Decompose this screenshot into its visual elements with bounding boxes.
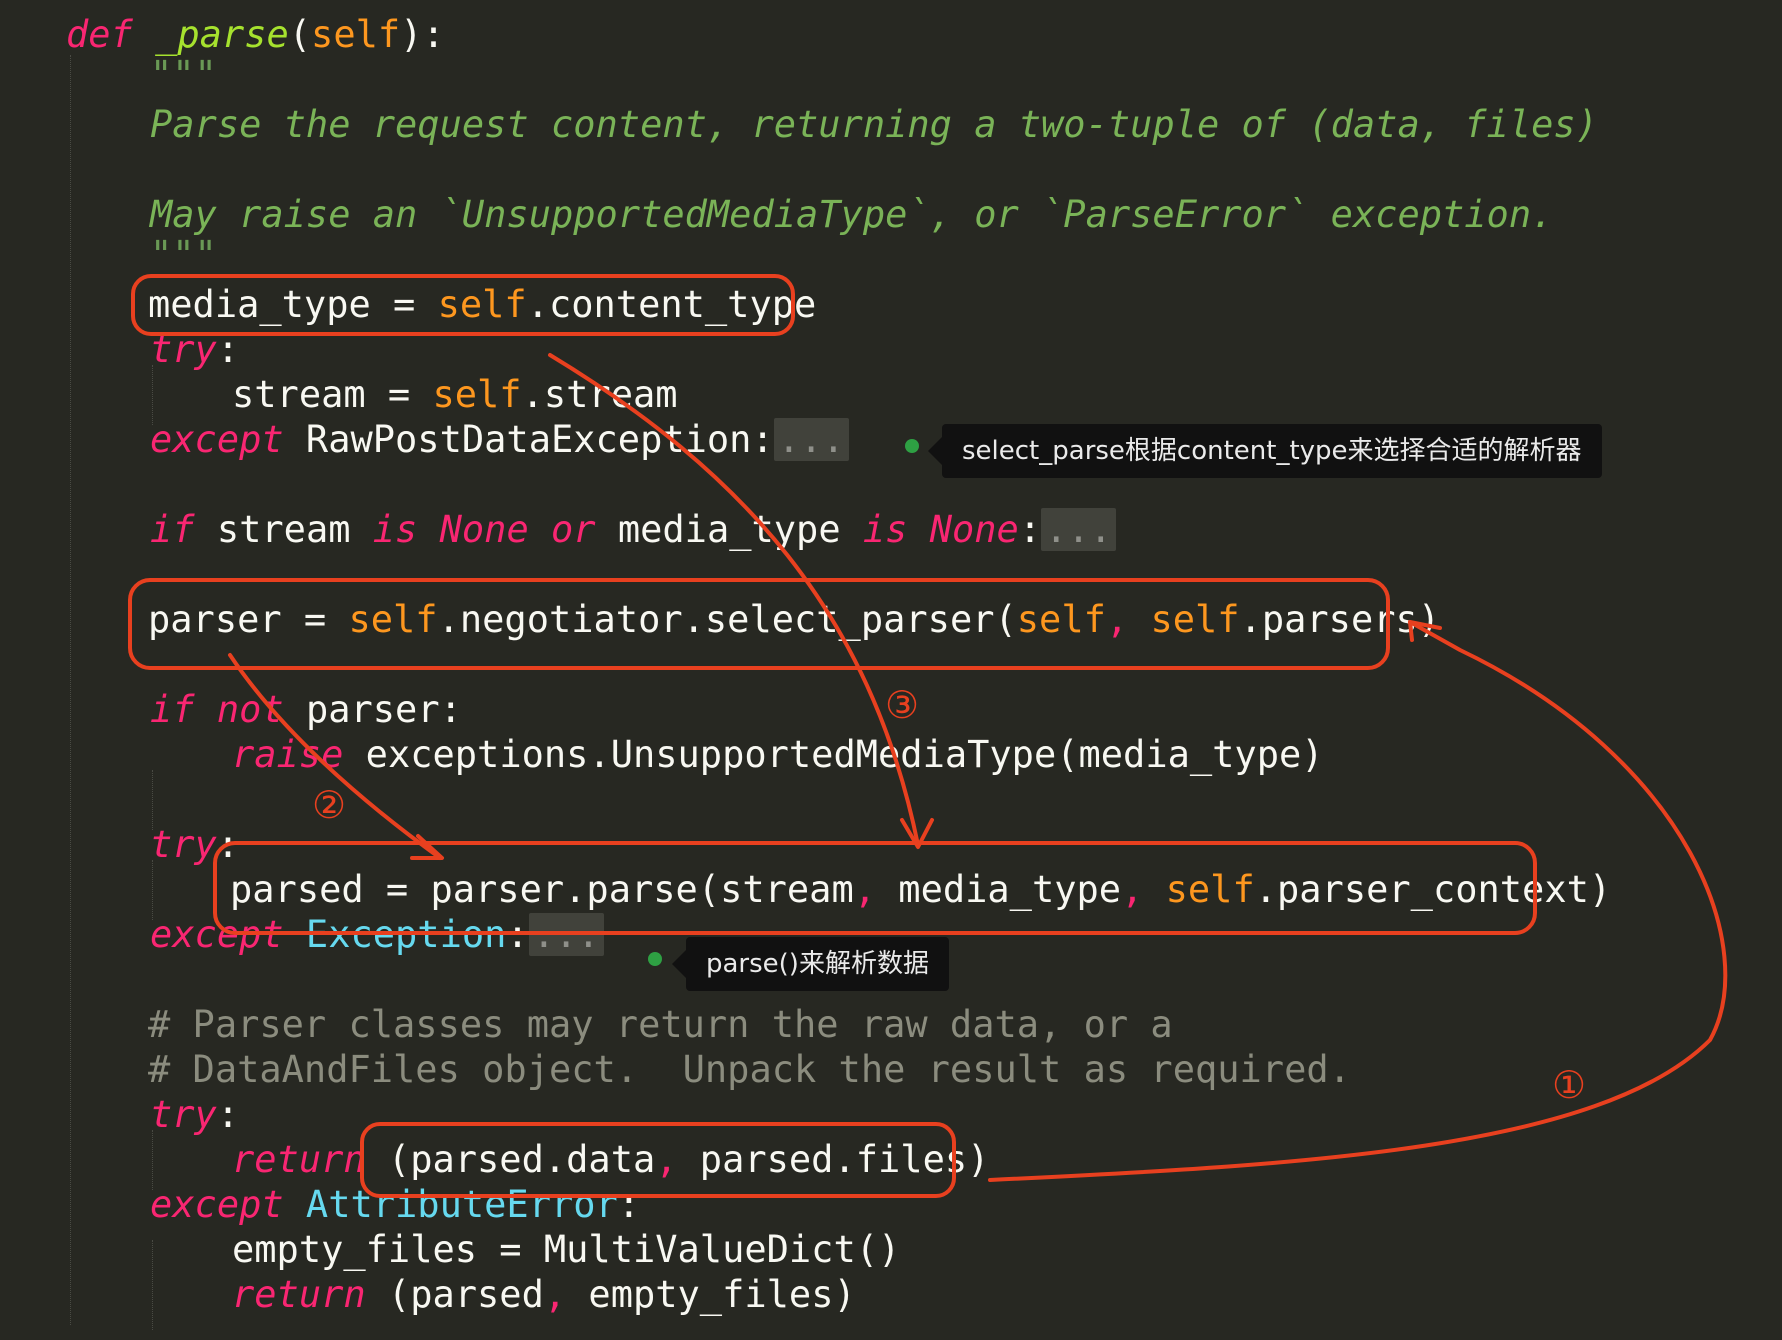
tooltip-dot-parse — [648, 952, 662, 966]
annotation-layer: ① ② ③ — [128, 274, 1728, 1198]
step-2-marker: ② — [312, 783, 346, 827]
highlight-box-select-parser — [128, 578, 1390, 670]
highlight-box-media-type — [131, 274, 795, 336]
step-1-marker: ① — [1552, 1063, 1586, 1107]
tooltip-parse: parse()来解析数据 — [672, 937, 949, 991]
step-3-marker: ③ — [885, 683, 919, 727]
arrow-step2 — [228, 653, 442, 860]
arrow-step3 — [548, 353, 920, 847]
tooltip-dot-select-parser — [905, 439, 919, 453]
arrow-step1 — [988, 620, 1728, 1182]
tooltip-select-parser: select_parse根据content_type来选择合适的解析器 — [928, 424, 1602, 478]
highlight-box-return-data — [360, 1122, 956, 1198]
